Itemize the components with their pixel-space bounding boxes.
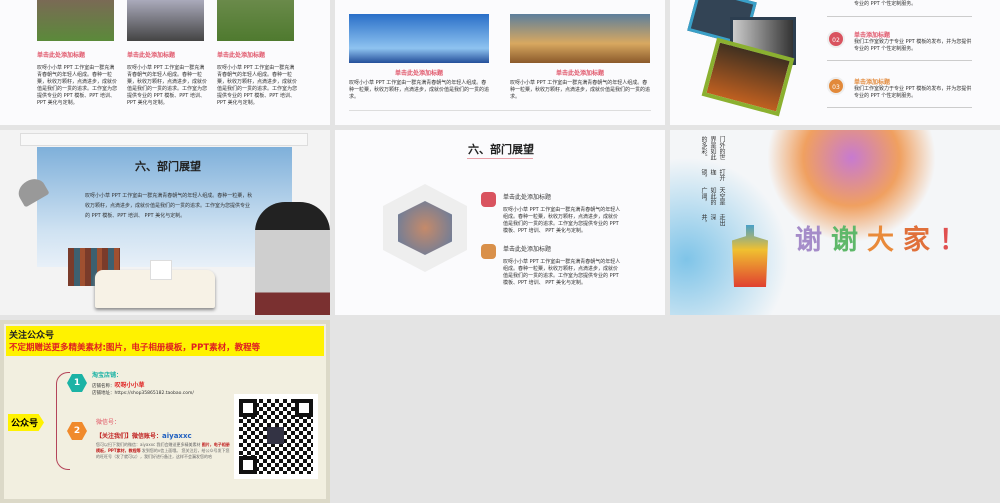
- slide-thumbnail-4[interactable]: 六、部门展望 叹呀小小草 PPT 工作室由一群充满青春朝气的年轻人组成。春种一粒…: [0, 130, 330, 315]
- header-subtitle: 不定期赠送更多精美素材:图片，电子相册模板，PPT素材，教程等: [9, 343, 261, 353]
- column-text: 叹呀小小草 PPT 工作室由一群充满青春朝气的年轻人组成。春种一粒粟，秋收万颗籽…: [37, 65, 118, 106]
- poem: 走出深井， 天空是如此的广阔， 打开枷锁， 门外的世界是如此的多彩。: [678, 136, 726, 226]
- slide-text: 叹呀小小草 PPT 工作室由一群充满青春朝气的年轻人组成。春种一粒粟，秋收万颗籽…: [85, 193, 253, 219]
- thanks-text: 谢谢大家！: [795, 218, 975, 257]
- follow-label: 【关注我们】微信账号：: [96, 433, 163, 440]
- slide-title[interactable]: 六、部门展望: [468, 141, 534, 157]
- thanks-char: 谢: [795, 225, 831, 256]
- slide-thumbnail-6[interactable]: 走出深井， 天空是如此的广阔， 打开枷锁， 门外的世界是如此的多彩。 谢谢大家！: [670, 130, 1000, 315]
- item-text: 我们工作室致力于专业 PPT 模板的发布，并为您提供专业的 PPT 个性定制服务…: [854, 1, 917, 7]
- slide-title[interactable]: 六、部门展望: [135, 158, 201, 174]
- item-text: 叹呀小小草 PPT 工作室由一群充满青春朝气的年轻人组成。春种一粒粟，秋收万颗籽…: [503, 259, 621, 286]
- number-badge: 03: [827, 77, 845, 95]
- desc: 您可以扫下我们的微信：aiyaxxc 我们会赠送更多精美素材: [96, 442, 201, 447]
- student-girl-image: [255, 202, 330, 315]
- item-text: 我们工作室致力于专业 PPT 模板的发布，并为您提供专业的 PPT 个性定制服务…: [854, 86, 972, 99]
- graduate-icon: [732, 225, 768, 287]
- slide-thumbnail-5[interactable]: 六、部门展望 单击此处添加标题 叹呀小小草 PPT 工作室由一群充满青春朝气的年…: [335, 130, 665, 315]
- qr-code: [234, 394, 318, 479]
- brace: [56, 372, 70, 470]
- column-title[interactable]: 单击此处添加标题: [37, 50, 117, 59]
- slide-thumbnail-7[interactable]: 关注公众号 不定期赠送更多精美素材:图片，电子相册模板，PPT素材，教程等 公众…: [0, 320, 330, 503]
- column-text: 叹呀小小草 PPT 工作室由一群充满青春朝气的年轻人组成。春种一粒粟，秋收万颗籽…: [510, 80, 651, 100]
- sky-hands-photo: [349, 14, 489, 63]
- shop-name: 叹呀小小草: [114, 382, 145, 389]
- thanks-char: 谢: [831, 225, 867, 256]
- thanks-char: 大: [867, 225, 903, 256]
- item-title[interactable]: 单击添加标题: [854, 77, 972, 86]
- thanks-char: ！: [939, 225, 975, 256]
- poem-line: 天空是如此的广阔，: [700, 187, 725, 206]
- red-badge-icon: [481, 192, 496, 207]
- column-title[interactable]: 单击此处添加标题: [349, 68, 489, 77]
- number-badge: 02: [827, 30, 845, 48]
- slide-thumbnail-1[interactable]: 单击此处添加标题 叹呀小小草 PPT 工作室由一群充满青春朝气的年轻人组成。春种一…: [0, 0, 330, 125]
- photo: [217, 0, 294, 41]
- photo: [127, 0, 204, 41]
- projector-screen: [20, 133, 308, 146]
- wechat-account: aiyaxxc: [162, 432, 192, 440]
- pencil-cup-icon: [150, 260, 172, 280]
- poem-line: 打开枷锁，: [700, 169, 725, 182]
- label-arrow: 公众号: [8, 414, 45, 431]
- poem-line: 门外的世界是如此的多彩。: [700, 136, 725, 160]
- title-divider: [467, 158, 533, 159]
- column-title[interactable]: 单击此处添加标题: [217, 50, 297, 59]
- header-banner: 关注公众号 不定期赠送更多精美素材:图片，电子相册模板，PPT素材，教程等: [6, 326, 324, 356]
- item-title[interactable]: 单击此处添加标题: [503, 192, 621, 201]
- column-title[interactable]: 单击此处添加标题: [127, 50, 207, 59]
- item-text: 我们工作室致力于专业 PPT 模板的发布，并为您提供专业的 PPT 个性定制服务…: [854, 39, 972, 52]
- column-title[interactable]: 单击此处添加标题: [510, 68, 650, 77]
- desc: 发到您的v信上面哦。: [141, 448, 181, 453]
- column-text: 叹呀小小草 PPT 工作室由一群充满青春朝气的年轻人组成。春种一粒粟，秋收万颗籽…: [349, 80, 490, 100]
- column-text: 叹呀小小草 PPT 工作室由一群充满青春朝气的年轻人组成。春种一粒粟，秋收万颗籽…: [217, 65, 298, 106]
- poem-line: 走出深井，: [700, 214, 725, 226]
- item-text: 叹呀小小草 PPT 工作室由一群充满青春朝气的年轻人组成。春种一粒粟，秋收万颗籽…: [503, 207, 621, 234]
- column-text: 叹呀小小草 PPT 工作室由一群充满青春朝气的年轻人组成。春种一粒粟，秋收万颗籽…: [127, 65, 208, 106]
- orange-badge-icon: [481, 244, 496, 259]
- photo: [37, 0, 114, 41]
- shop-name-label: 店铺名称：: [92, 384, 115, 389]
- item-title[interactable]: 单击此处添加标题: [503, 244, 621, 253]
- slide-thumbnail-3[interactable]: 我们工作室致力于专业 PPT 模板的发布，并为您提供专业的 PPT 个性定制服务…: [670, 0, 1000, 125]
- header-title: 关注公众号: [9, 331, 55, 341]
- step-badge-2: 2: [67, 422, 87, 440]
- geese-sunset-photo: [510, 14, 650, 63]
- thanks-char: 家: [903, 225, 939, 256]
- wechat-title: 微信号：: [96, 419, 121, 426]
- item-title[interactable]: 单击添加标题: [854, 30, 972, 39]
- taobao-title: 淘宝店铺：: [92, 372, 123, 379]
- shop-url[interactable]: 店铺地址：https://shop35865182.taobao.com/: [92, 390, 194, 397]
- step-badge-1: 1: [67, 374, 87, 392]
- slide-thumbnail-2[interactable]: 单击此处添加标题叹呀小小草 PPT 工作室由一群充满青春朝气的年轻人组成。春种一…: [335, 0, 665, 125]
